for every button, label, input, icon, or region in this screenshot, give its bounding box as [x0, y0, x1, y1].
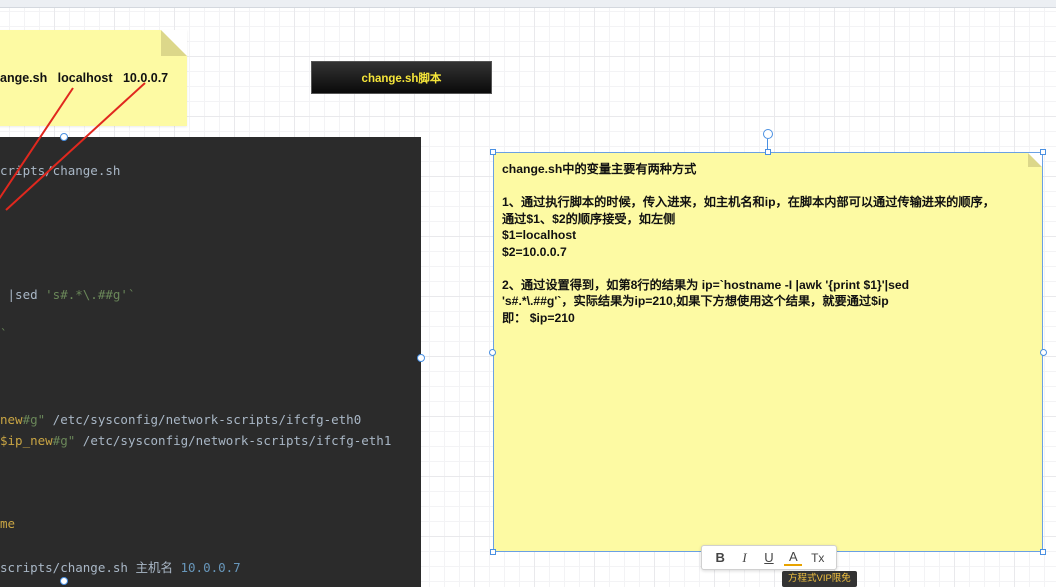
resize-handle-ne[interactable] — [1040, 149, 1046, 155]
resize-handle-se[interactable] — [1040, 549, 1046, 555]
code-line: |sed 's#.*\.##g'` — [0, 287, 136, 302]
sticky-note-command[interactable]: ange.sh localhost 10.0.0.7 — [0, 30, 187, 126]
script-title-label: change.sh脚本 — [361, 72, 442, 85]
resize-handle-nw[interactable] — [490, 149, 496, 155]
code-line: me — [0, 516, 15, 531]
italic-button[interactable]: I — [736, 550, 754, 566]
code-token: 10.0.0.7 — [180, 560, 241, 575]
code-token: cripts/change.sh — [0, 163, 121, 178]
resize-handle-sw[interactable] — [490, 549, 496, 555]
font-color-button[interactable]: A — [784, 549, 803, 566]
code-token: /etc/sysconfig/network-scripts/ifcfg-eth… — [75, 433, 392, 448]
code-token: #g" — [52, 433, 76, 448]
underline-button[interactable]: U — [760, 550, 778, 565]
code-line: $ip_new#g" /etc/sysconfig/network-script… — [0, 433, 391, 448]
connect-handle-left[interactable] — [489, 349, 496, 356]
selection-frame — [493, 152, 1043, 552]
code-token: #g" — [22, 412, 46, 427]
code-token: /etc/sysconfig/network-scripts/ifcfg-eth… — [45, 412, 362, 427]
note-command-text: ange.sh localhost 10.0.0.7 — [0, 71, 169, 85]
code-token: new — [0, 412, 23, 427]
code-line: ` — [0, 326, 8, 341]
text-format-toolbar: B I U A Tx — [701, 545, 837, 570]
code-line: scripts/change.sh 主机名 10.0.0.7 — [0, 557, 241, 576]
clear-format-button[interactable]: Tx — [809, 551, 827, 565]
code-line: new#g" /etc/sysconfig/network-scripts/if… — [0, 412, 361, 427]
bold-button[interactable]: B — [711, 550, 729, 565]
note-fold-corner — [161, 30, 187, 56]
code-token: ` — [0, 326, 8, 341]
script-title-box[interactable]: change.sh脚本 — [311, 61, 492, 94]
code-token: me — [0, 516, 16, 531]
code-line: cripts/change.sh — [0, 163, 120, 178]
top-strip — [0, 0, 1056, 8]
code-panel[interactable]: cripts/change.sh |sed 's#.*\.##g'` ` new… — [0, 137, 421, 587]
promo-tooltip: 方程式VIP限免 — [782, 571, 857, 587]
rotate-handle[interactable] — [763, 129, 773, 139]
code-token: |sed — [0, 287, 46, 302]
connect-handle-right[interactable] — [1040, 349, 1047, 356]
resize-handle-n[interactable] — [765, 149, 771, 155]
code-token: $ip_new — [0, 433, 53, 448]
code-token: scripts/change.sh 主机名 — [0, 560, 181, 575]
code-token: 's#.*\.##g'` — [45, 287, 136, 302]
